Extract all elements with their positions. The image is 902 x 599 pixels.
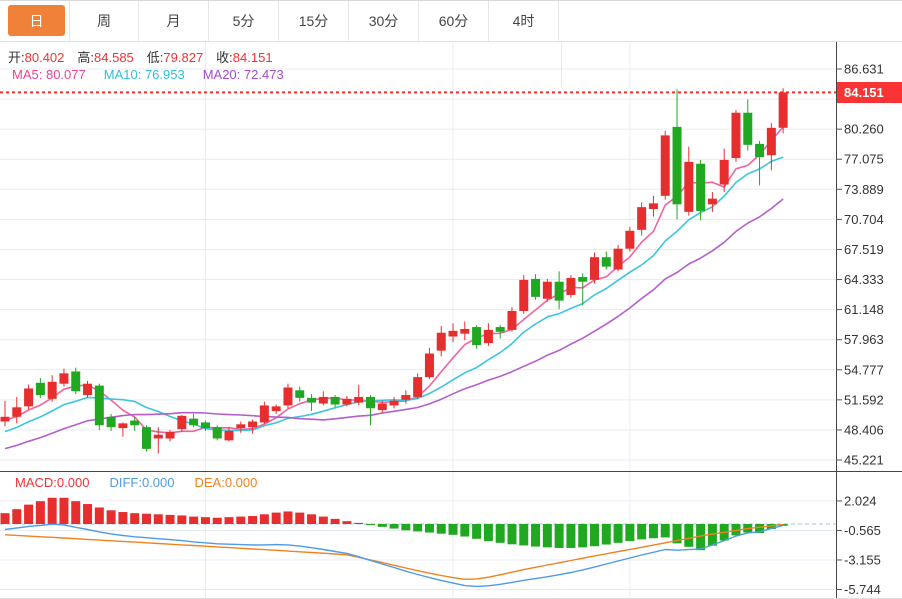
svg-text:2.024: 2.024 bbox=[844, 493, 877, 508]
chart-canvas[interactable]: 86.631 80.260 77.075 73.889 70.704 67.519 64.3… bbox=[0, 1, 902, 599]
ma10-readout: MA10: 76.953 bbox=[104, 67, 185, 82]
ma5-readout: MA5: 80.077 bbox=[12, 67, 86, 82]
ma20-readout: MA20: 72.473 bbox=[203, 67, 284, 82]
diff-value-readout: DIFF:0.000 bbox=[109, 475, 174, 490]
tab-30min[interactable]: 30分 bbox=[349, 1, 419, 41]
svg-text:54.777: 54.777 bbox=[844, 362, 884, 377]
tab-4hour[interactable]: 4时 bbox=[489, 1, 559, 41]
info-divider bbox=[561, 42, 562, 87]
last-price-tag: 84.151 bbox=[837, 82, 902, 103]
dea-value-readout: DEA:0.000 bbox=[194, 475, 257, 490]
svg-text:48.406: 48.406 bbox=[844, 422, 884, 437]
svg-text:80.260: 80.260 bbox=[844, 122, 884, 137]
svg-text:67.519: 67.519 bbox=[844, 242, 884, 257]
tab-day[interactable]: 日 bbox=[8, 5, 65, 36]
svg-text:64.333: 64.333 bbox=[844, 272, 884, 287]
open-readout: 开:80.402 bbox=[8, 47, 64, 66]
svg-text:86.631: 86.631 bbox=[844, 62, 884, 77]
tab-week[interactable]: 周 bbox=[69, 1, 139, 41]
macd-value-readout: MACD:0.000 bbox=[15, 475, 89, 490]
svg-text:61.148: 61.148 bbox=[844, 302, 884, 317]
high-readout: 高:84.585 bbox=[77, 47, 133, 66]
ma-readout: MA5: 80.077 MA10: 76.953 MA20: 72.473 bbox=[12, 67, 284, 82]
close-readout: 收:84.151 bbox=[216, 47, 272, 66]
tab-5min[interactable]: 5分 bbox=[209, 1, 279, 41]
svg-text:77.075: 77.075 bbox=[844, 152, 884, 167]
svg-text:73.889: 73.889 bbox=[844, 182, 884, 197]
svg-text:45.221: 45.221 bbox=[844, 453, 884, 468]
ohlc-readout: 开:80.402 高:84.585 低:79.827 收:84.151 bbox=[8, 47, 273, 66]
svg-text:-5.744: -5.744 bbox=[844, 582, 881, 597]
tab-15min[interactable]: 15分 bbox=[279, 1, 349, 41]
macd-readout: MACD:0.000 DIFF:0.000 DEA:0.000 bbox=[15, 475, 257, 490]
svg-text:57.963: 57.963 bbox=[844, 332, 884, 347]
svg-text:-3.155: -3.155 bbox=[844, 552, 881, 567]
svg-text:70.704: 70.704 bbox=[844, 212, 884, 227]
svg-text:-0.565: -0.565 bbox=[844, 523, 881, 538]
timeframe-tabbar: 日 周 月 5分 15分 30分 60分 4时 bbox=[0, 1, 902, 42]
svg-text:51.592: 51.592 bbox=[844, 392, 884, 407]
tab-60min[interactable]: 60分 bbox=[419, 1, 489, 41]
low-readout: 低:79.827 bbox=[147, 47, 203, 66]
tab-month[interactable]: 月 bbox=[139, 1, 209, 41]
trading-chart-app: 86.631 80.260 77.075 73.889 70.704 67.519 64.3… bbox=[0, 0, 902, 599]
